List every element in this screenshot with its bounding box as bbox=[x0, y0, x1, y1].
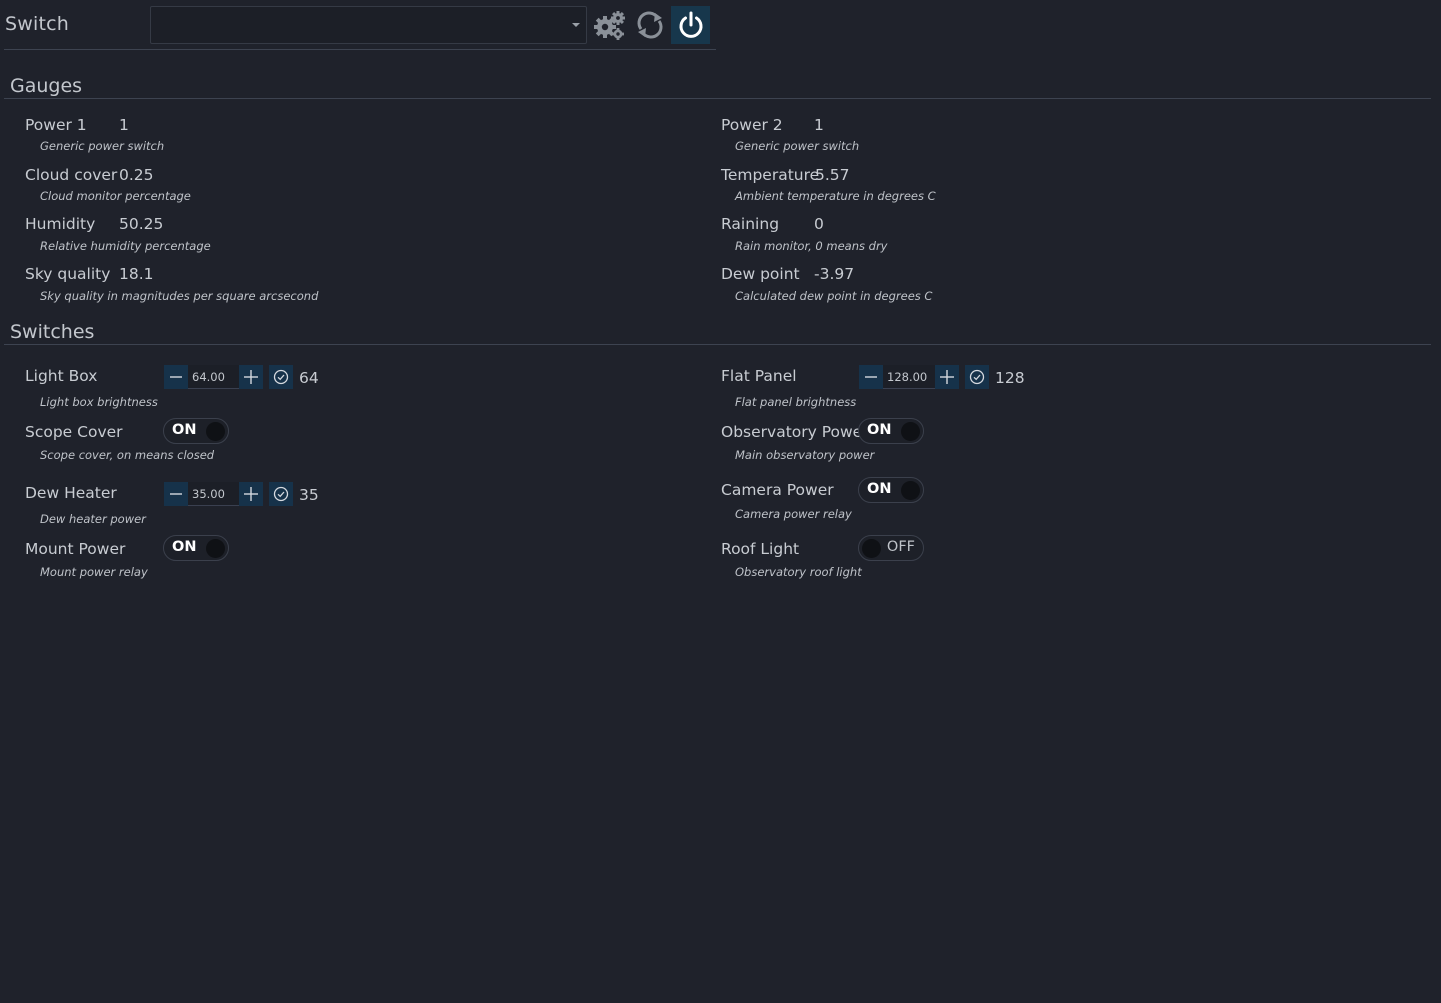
gauge-label: Dew point bbox=[721, 265, 800, 283]
observatory-power-label: Observatory Power bbox=[721, 423, 869, 441]
observatory-power-description: Main observatory power bbox=[735, 448, 875, 462]
dew-heater-label: Dew Heater bbox=[25, 484, 117, 502]
roof-light-label: Roof Light bbox=[721, 540, 800, 558]
camera-power-description: Camera power relay bbox=[735, 507, 852, 521]
toggle-knob bbox=[206, 422, 225, 441]
dew-heater-description: Dew heater power bbox=[40, 512, 146, 526]
light-box-set-button[interactable] bbox=[269, 365, 293, 389]
toggle-state: ON bbox=[172, 539, 197, 555]
chevron-down-icon bbox=[572, 23, 580, 27]
toggle-knob bbox=[901, 422, 920, 441]
mount-power-description: Mount power relay bbox=[40, 565, 148, 579]
scope-cover-description: Scope cover, on means closed bbox=[40, 448, 215, 462]
increment-button[interactable] bbox=[935, 365, 959, 389]
observatory-power-toggle[interactable]: ON bbox=[858, 418, 924, 444]
flat-panel-set-button[interactable] bbox=[965, 365, 989, 389]
gears-icon bbox=[593, 11, 625, 40]
gauge-label: Humidity bbox=[25, 215, 96, 233]
toggle-state: OFF bbox=[886, 539, 915, 555]
flat-panel-spinner: 128.00 bbox=[859, 365, 959, 389]
increment-button[interactable] bbox=[239, 482, 263, 506]
roof-light-description: Observatory roof light bbox=[735, 565, 862, 579]
gauge-description: Sky quality in magnitudes per square arc… bbox=[40, 289, 319, 303]
connect-button[interactable] bbox=[671, 6, 710, 44]
gauges-heading: Gauges bbox=[10, 75, 83, 97]
flat-panel-label: Flat Panel bbox=[721, 367, 797, 385]
power-icon bbox=[679, 11, 702, 38]
refresh-icon bbox=[637, 11, 662, 39]
refresh-button[interactable] bbox=[630, 6, 669, 44]
camera-power-label: Camera Power bbox=[721, 481, 834, 499]
gauge-value: -3.97 bbox=[814, 265, 855, 283]
toggle-knob bbox=[901, 481, 920, 500]
gauge-value: 50.25 bbox=[119, 215, 164, 233]
check-circle-icon bbox=[273, 369, 289, 385]
device-title: Switch bbox=[5, 13, 70, 35]
gauge-description: Ambient temperature in degrees C bbox=[735, 189, 936, 203]
dew-heater-spinner: 35.00 bbox=[164, 482, 263, 506]
check-circle-icon bbox=[273, 486, 289, 502]
switches-divider bbox=[4, 344, 1431, 345]
light-box-value: 64 bbox=[299, 369, 319, 387]
dew-heater-value: 35 bbox=[299, 486, 319, 504]
device-select[interactable] bbox=[150, 6, 587, 44]
gauge-description: Rain monitor, 0 means dry bbox=[735, 239, 888, 253]
gauge-label: Sky quality bbox=[25, 265, 111, 283]
gauge-description: Generic power switch bbox=[735, 139, 860, 153]
camera-power-toggle[interactable]: ON bbox=[858, 477, 924, 503]
decrement-button[interactable] bbox=[859, 365, 883, 389]
dew-heater-set-button[interactable] bbox=[269, 482, 293, 506]
toggle-knob bbox=[206, 539, 225, 558]
light-box-label: Light Box bbox=[25, 367, 98, 385]
toggle-state: ON bbox=[172, 422, 197, 438]
plus-icon bbox=[940, 370, 954, 384]
settings-button[interactable] bbox=[590, 6, 629, 44]
mount-power-toggle[interactable]: ON bbox=[163, 535, 229, 561]
check-circle-icon bbox=[969, 369, 985, 385]
gauge-description: Calculated dew point in degrees C bbox=[735, 289, 933, 303]
switches-heading: Switches bbox=[10, 321, 95, 343]
gauge-value: 1 bbox=[814, 116, 824, 134]
gauge-value: 0 bbox=[814, 215, 824, 233]
flat-panel-description: Flat panel brightness bbox=[735, 395, 857, 409]
gauge-label: Raining bbox=[721, 215, 780, 233]
minus-icon bbox=[865, 376, 877, 378]
header-divider bbox=[4, 49, 716, 50]
gauge-description: Cloud monitor percentage bbox=[40, 189, 191, 203]
light-box-input[interactable]: 64.00 bbox=[188, 365, 239, 389]
toggle-state: ON bbox=[867, 481, 892, 497]
light-box-spinner: 64.00 bbox=[164, 365, 263, 389]
gauges-divider bbox=[4, 98, 1431, 99]
gauge-label: Cloud cover bbox=[25, 166, 118, 184]
plus-icon bbox=[244, 487, 258, 501]
gauge-description: Generic power switch bbox=[40, 139, 165, 153]
gauge-value: 18.1 bbox=[119, 265, 154, 283]
gauge-label: Power 2 bbox=[721, 116, 783, 134]
decrement-button[interactable] bbox=[164, 365, 188, 389]
gauge-value: 1 bbox=[119, 116, 129, 134]
increment-button[interactable] bbox=[239, 365, 263, 389]
toggle-knob bbox=[862, 539, 881, 558]
roof-light-toggle[interactable]: OFF bbox=[858, 535, 924, 561]
minus-icon bbox=[170, 493, 182, 495]
dew-heater-input[interactable]: 35.00 bbox=[188, 482, 239, 506]
decrement-button[interactable] bbox=[164, 482, 188, 506]
gauge-label: Temperature bbox=[721, 166, 820, 184]
gauge-description: Relative humidity percentage bbox=[40, 239, 211, 253]
flat-panel-input[interactable]: 128.00 bbox=[883, 365, 935, 389]
light-box-description: Light box brightness bbox=[40, 395, 158, 409]
gauge-label: Power 1 bbox=[25, 116, 87, 134]
gauge-value: 0.25 bbox=[119, 166, 154, 184]
scope-cover-label: Scope Cover bbox=[25, 423, 123, 441]
minus-icon bbox=[170, 376, 182, 378]
plus-icon bbox=[244, 370, 258, 384]
gauge-value: 5.57 bbox=[815, 166, 850, 184]
flat-panel-value: 128 bbox=[995, 369, 1025, 387]
toggle-state: ON bbox=[867, 422, 892, 438]
scope-cover-toggle[interactable]: ON bbox=[163, 418, 229, 444]
mount-power-label: Mount Power bbox=[25, 540, 126, 558]
